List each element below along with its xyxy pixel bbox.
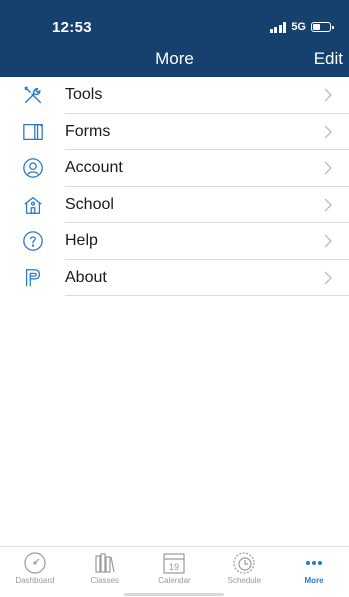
tab-label: Dashboard: [15, 576, 55, 585]
help-icon: [22, 230, 44, 252]
menu-item-label: Help: [65, 232, 98, 250]
tab-schedule[interactable]: Schedule: [209, 547, 279, 587]
menu-item-label: About: [65, 268, 107, 286]
menu-item-school[interactable]: School: [0, 187, 349, 223]
tab-label: Calendar: [158, 576, 191, 585]
more-icon: [306, 561, 323, 565]
chevron-right-icon: [324, 161, 332, 175]
chevron-right-icon: [324, 198, 332, 212]
header-bar: 12:53 5G More Edit: [0, 0, 349, 77]
menu-item-label: Forms: [65, 122, 111, 140]
chevron-right-icon: [324, 125, 332, 139]
menu-item-help[interactable]: Help: [0, 223, 349, 260]
menu-item-forms[interactable]: Forms: [0, 114, 349, 150]
menu-item-tools[interactable]: Tools: [0, 77, 349, 114]
menu-item-label: Tools: [65, 86, 103, 104]
tab-calendar[interactable]: 19 Calendar: [140, 547, 210, 587]
network-type: 5G: [291, 21, 306, 33]
calendar-icon: 19: [163, 553, 186, 574]
account-icon: [22, 157, 44, 179]
home-indicator[interactable]: [124, 593, 224, 596]
menu-item-label: School: [65, 195, 114, 213]
divider: [65, 295, 349, 296]
classes-icon: [95, 553, 115, 573]
menu-item-label: Account: [65, 159, 123, 177]
status-indicators: 5G: [269, 21, 334, 33]
chevron-right-icon: [324, 234, 332, 248]
tab-classes[interactable]: Classes: [70, 547, 140, 587]
menu-item-account[interactable]: Account: [0, 150, 349, 187]
chevron-right-icon: [324, 88, 332, 102]
tab-bar: Dashboard Classes 19 Calendar Schedule M…: [0, 546, 349, 587]
tab-label: Classes: [90, 576, 119, 585]
school-icon: [22, 194, 44, 216]
tab-more[interactable]: More: [279, 547, 349, 587]
page-title: More: [155, 49, 194, 68]
calendar-date: 19: [169, 562, 179, 572]
schedule-icon: [233, 552, 255, 574]
battery-icon: [311, 22, 334, 32]
tab-label: More: [304, 576, 324, 585]
menu-item-about[interactable]: About: [0, 260, 349, 296]
dashboard-icon: [24, 552, 46, 574]
chevron-right-icon: [324, 271, 332, 285]
tools-icon: [22, 84, 44, 106]
signal-icon: [269, 21, 287, 33]
more-menu-list: Tools Forms Account School Help About: [0, 77, 349, 296]
about-icon: [22, 267, 44, 289]
edit-button[interactable]: Edit: [314, 49, 343, 69]
status-time: 12:53: [52, 19, 92, 36]
tab-label: Schedule: [227, 576, 261, 585]
tab-dashboard[interactable]: Dashboard: [0, 547, 70, 587]
forms-icon: [22, 121, 44, 143]
